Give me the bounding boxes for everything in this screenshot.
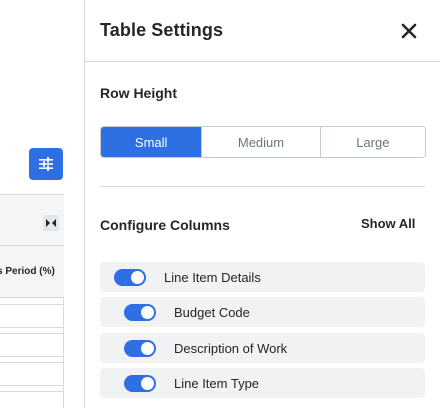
table-cell[interactable] (0, 362, 64, 386)
panel-header: Table Settings (85, 0, 440, 62)
toggle-knob (141, 306, 154, 319)
column-label: Budget Code (174, 305, 250, 320)
table-settings-panel: Table Settings Row Height Small Medium L… (84, 0, 443, 408)
table-settings-button[interactable] (29, 148, 63, 180)
column-header-label: s Period (%) (0, 266, 55, 277)
sliders-icon (39, 157, 53, 171)
column-label: Description of Work (174, 341, 288, 356)
table-cell[interactable] (0, 333, 64, 357)
row-height-medium-button[interactable]: Medium (202, 127, 321, 157)
row-height-large-button[interactable]: Large (320, 127, 425, 157)
row-height-small-button[interactable]: Small (101, 127, 203, 157)
table-cell[interactable] (0, 391, 64, 408)
column-label: Line Item Type (174, 376, 260, 391)
collapse-columns-icon[interactable] (43, 215, 59, 231)
table-header-row (0, 194, 64, 246)
toggle-knob (141, 342, 154, 355)
configure-columns-label: Configure Columns (100, 217, 230, 233)
divider (100, 186, 425, 187)
column-row-budget-code: Budget Code (100, 297, 425, 327)
column-toggle[interactable] (124, 304, 156, 321)
column-row-line-item-type: Line Item Type (100, 368, 425, 398)
toggle-knob (131, 271, 144, 284)
toggle-knob (141, 377, 154, 390)
row-height-selector: Small Medium Large (100, 126, 426, 158)
show-all-button[interactable]: Show All (361, 216, 415, 231)
column-row-line-item-details: Line Item Details (100, 262, 425, 292)
background-table: s Period (%) (0, 194, 64, 408)
row-height-label: Row Height (100, 85, 177, 101)
column-toggle[interactable] (114, 269, 146, 286)
background-app: s Period (%) (0, 0, 84, 408)
panel-title: Table Settings (100, 20, 224, 40)
table-cell[interactable] (0, 304, 64, 328)
column-toggle[interactable] (124, 340, 156, 357)
close-button[interactable] (398, 20, 420, 42)
column-header: s Period (%) (0, 246, 64, 298)
column-row-description-of-work: Description of Work (100, 333, 425, 363)
column-label: Line Item Details (164, 270, 261, 285)
close-icon (401, 23, 417, 39)
column-toggle[interactable] (124, 375, 156, 392)
